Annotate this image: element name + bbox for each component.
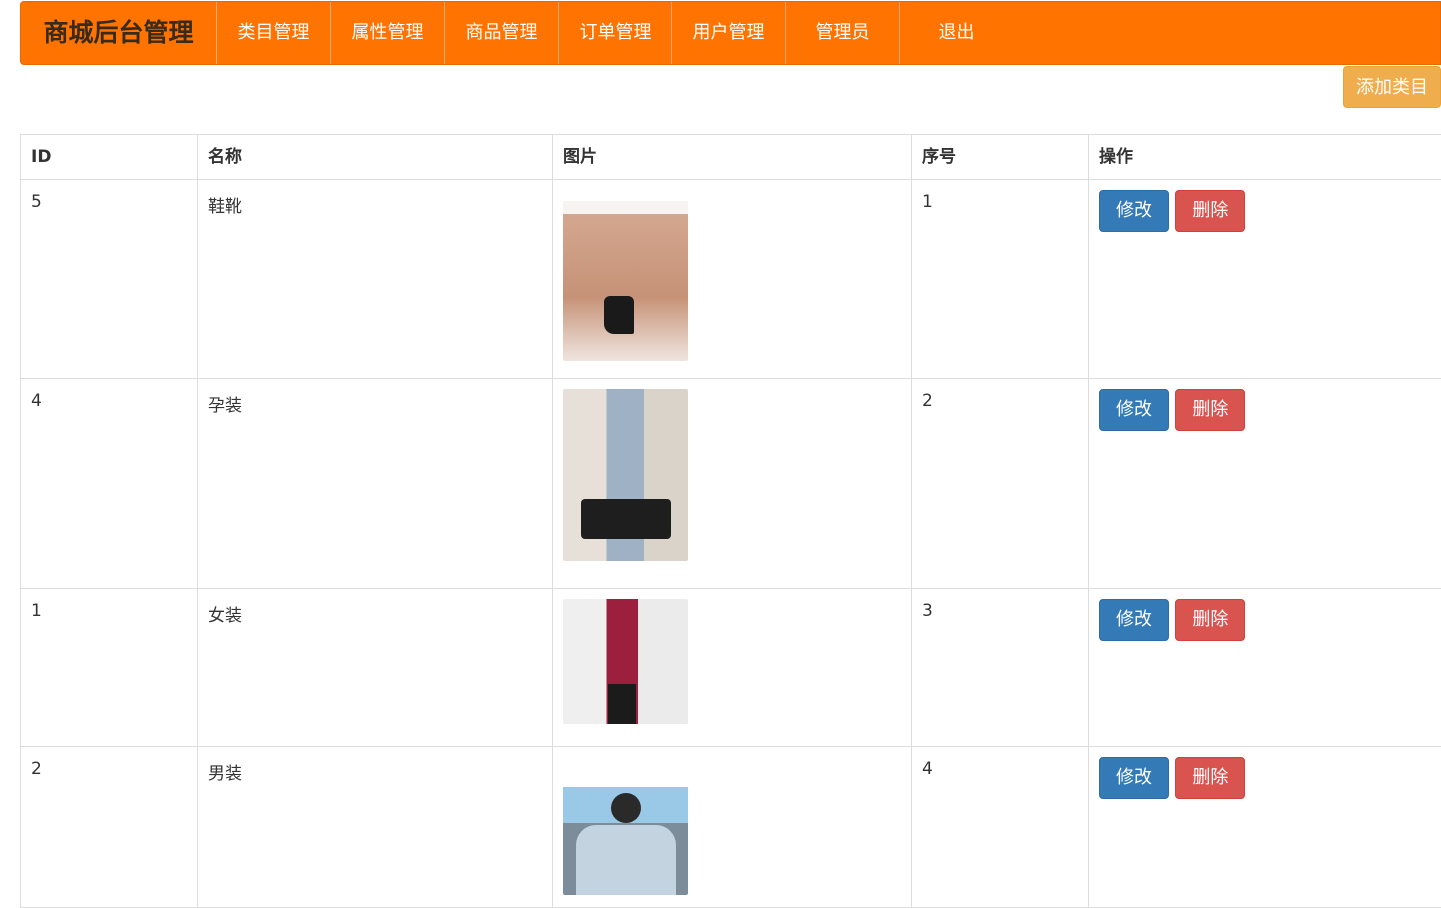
cell-order: 2 bbox=[912, 379, 1089, 589]
table-row: 4 孕装 2 修改 删除 bbox=[21, 379, 1441, 589]
header-id: ID bbox=[21, 135, 198, 180]
cell-id: 5 bbox=[21, 180, 198, 379]
cell-actions: 修改 删除 bbox=[1089, 379, 1441, 589]
cell-id: 4 bbox=[21, 379, 198, 589]
header-order: 序号 bbox=[912, 135, 1089, 180]
category-thumbnail bbox=[563, 775, 688, 895]
nav-item-category[interactable]: 类目管理 bbox=[216, 2, 330, 64]
edit-button[interactable]: 修改 bbox=[1099, 190, 1169, 232]
cell-actions: 修改 删除 bbox=[1089, 180, 1441, 379]
header-image: 图片 bbox=[553, 135, 912, 180]
table-header-row: ID 名称 图片 序号 操作 bbox=[21, 135, 1441, 180]
cell-name: 孕装 bbox=[198, 379, 553, 589]
cell-name: 女装 bbox=[198, 589, 553, 747]
table-row: 1 女装 3 修改 删除 bbox=[21, 589, 1441, 747]
cell-order: 1 bbox=[912, 180, 1089, 379]
cell-name: 鞋靴 bbox=[198, 180, 553, 379]
add-category-button[interactable]: 添加类目 bbox=[1343, 66, 1441, 108]
cell-image bbox=[553, 180, 912, 379]
nav-item-admin[interactable]: 管理员 bbox=[785, 2, 899, 64]
cell-order: 3 bbox=[912, 589, 1089, 747]
table-row: 5 鞋靴 1 修改 删除 bbox=[21, 180, 1441, 379]
header-name: 名称 bbox=[198, 135, 553, 180]
edit-button[interactable]: 修改 bbox=[1099, 389, 1169, 431]
nav-item-user[interactable]: 用户管理 bbox=[671, 2, 785, 64]
header-actions: 操作 bbox=[1089, 135, 1441, 180]
category-thumbnail bbox=[563, 599, 688, 724]
cell-order: 4 bbox=[912, 747, 1089, 908]
cell-id: 1 bbox=[21, 589, 198, 747]
delete-button[interactable]: 删除 bbox=[1175, 757, 1245, 799]
cell-actions: 修改 删除 bbox=[1089, 747, 1441, 908]
nav-item-product[interactable]: 商品管理 bbox=[444, 2, 558, 64]
category-thumbnail bbox=[563, 201, 688, 361]
edit-button[interactable]: 修改 bbox=[1099, 599, 1169, 641]
cell-name: 男装 bbox=[198, 747, 553, 908]
category-table: ID 名称 图片 序号 操作 5 鞋靴 1 修改 删除 4 孕装 bbox=[20, 134, 1441, 908]
cell-image bbox=[553, 589, 912, 747]
edit-button[interactable]: 修改 bbox=[1099, 757, 1169, 799]
delete-button[interactable]: 删除 bbox=[1175, 599, 1245, 641]
nav-item-logout[interactable]: 退出 bbox=[899, 2, 1013, 64]
table-row: 2 男装 4 修改 删除 bbox=[21, 747, 1441, 908]
delete-button[interactable]: 删除 bbox=[1175, 190, 1245, 232]
top-navbar: 商城后台管理 类目管理 属性管理 商品管理 订单管理 用户管理 管理员 退出 bbox=[20, 1, 1441, 65]
cell-image bbox=[553, 379, 912, 589]
nav-item-attribute[interactable]: 属性管理 bbox=[330, 2, 444, 64]
cell-image bbox=[553, 747, 912, 908]
brand-title: 商城后台管理 bbox=[21, 2, 216, 64]
nav-item-order[interactable]: 订单管理 bbox=[558, 2, 672, 64]
cell-actions: 修改 删除 bbox=[1089, 589, 1441, 747]
delete-button[interactable]: 删除 bbox=[1175, 389, 1245, 431]
cell-id: 2 bbox=[21, 747, 198, 908]
category-thumbnail bbox=[563, 389, 688, 561]
